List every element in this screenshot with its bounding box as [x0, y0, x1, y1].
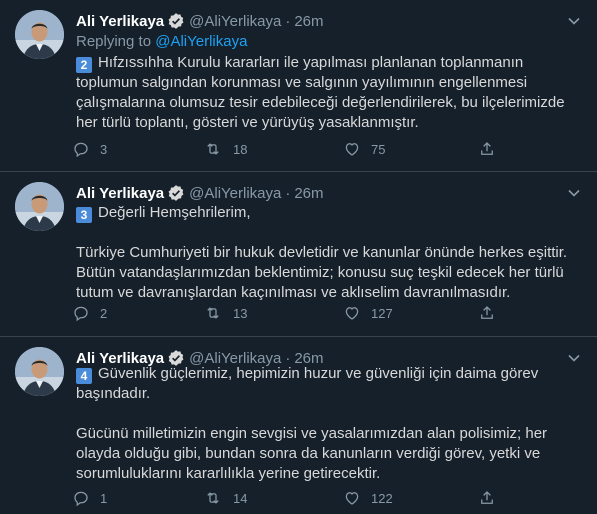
like-count: 127: [371, 305, 393, 321]
reply-count: 1: [100, 490, 108, 506]
user-handle[interactable]: @AliYerlikaya: [189, 185, 281, 202]
reply-button[interactable]: 3: [72, 139, 107, 159]
retweet-button[interactable]: 18: [203, 139, 247, 159]
like-count: 75: [371, 141, 386, 157]
tweet[interactable]: Ali Yerlikaya @AliYerlikaya · 26m Replyi…: [0, 0, 597, 172]
share-button[interactable]: [478, 139, 496, 159]
retweet-icon: [207, 492, 219, 504]
verified-badge-icon: [167, 184, 185, 202]
number-badge: 2: [76, 57, 92, 73]
heart-icon: [345, 492, 359, 505]
heart-icon: [345, 307, 359, 320]
retweet-button[interactable]: 13: [203, 303, 247, 323]
like-count: 122: [371, 490, 393, 506]
tweet-actions: 1 14 122: [72, 488, 502, 508]
replying-to: Replying to @AliYerlikaya: [76, 33, 247, 50]
number-badge: 4: [76, 368, 92, 384]
like-button[interactable]: 122: [343, 488, 393, 508]
reply-button[interactable]: 2: [72, 303, 107, 323]
retweet-button[interactable]: 14: [203, 488, 247, 508]
avatar[interactable]: [15, 182, 64, 231]
paragraph-text: Hıfzıssıhha Kurulu kararları ile yapılma…: [76, 54, 565, 131]
share-button[interactable]: [478, 303, 496, 323]
share-icon: [481, 142, 493, 155]
tweet-text: 3 Değerli Hemşehrilerim, Türkiye Cumhuriy…: [76, 203, 576, 303]
verified-badge-icon: [167, 12, 185, 30]
reply-button[interactable]: 1: [72, 488, 107, 508]
heart-icon: [345, 143, 359, 156]
tweet-paragraph: 4 Güvenlik güçlerimiz, hepimizin huzur ve…: [76, 364, 576, 404]
tweet-text: 4 Güvenlik güçlerimiz, hepimizin huzur ve…: [76, 364, 576, 484]
retweet-icon: [207, 307, 219, 319]
share-icon: [481, 306, 493, 319]
reply-icon: [74, 491, 88, 507]
tweet[interactable]: Ali Yerlikaya @AliYerlikaya · 26m 3 Değer…: [0, 172, 597, 337]
tweet-paragraph: Türkiye Cumhuriyeti bir hukuk devletidir…: [76, 244, 568, 301]
number-badge: 3: [76, 207, 92, 223]
mention-link[interactable]: @AliYerlikaya: [155, 33, 247, 50]
like-button[interactable]: 75: [343, 139, 385, 159]
tweet[interactable]: Ali Yerlikaya @AliYerlikaya · 26m 4 Güven…: [0, 337, 597, 514]
tweet-actions: 3 18 75: [72, 139, 502, 159]
tweet-paragraph: Gücünü milletimizin engin sevgisi ve yas…: [76, 425, 548, 482]
retweet-icon: [207, 143, 219, 155]
replying-to-label: Replying to: [76, 33, 156, 50]
paragraph-text: Değerli Hemşehrilerim,: [98, 204, 251, 221]
tweet-text: 2 Hıfzıssıhha Kurulu kararları ile yapılm…: [76, 53, 576, 133]
retweet-count: 18: [233, 141, 248, 157]
reply-count: 3: [100, 141, 108, 157]
share-icon: [481, 491, 493, 504]
display-name[interactable]: Ali Yerlikaya: [76, 185, 164, 202]
retweet-count: 14: [233, 490, 248, 506]
paragraph-text: Güvenlik güçlerimiz, hepimizin huzur ve …: [76, 365, 539, 402]
tweet-header: Ali Yerlikaya @AliYerlikaya · 26m: [76, 11, 324, 31]
user-handle[interactable]: @AliYerlikaya: [189, 13, 281, 30]
tweet-header: Ali Yerlikaya @AliYerlikaya · 26m: [76, 183, 324, 203]
display-name[interactable]: Ali Yerlikaya: [76, 13, 164, 30]
tweet-paragraph: 2 Hıfzıssıhha Kurulu kararları ile yapılm…: [76, 53, 576, 133]
avatar[interactable]: [15, 347, 64, 396]
separator-dot: ·: [285, 12, 291, 30]
timestamp[interactable]: 26m: [294, 185, 323, 202]
avatar[interactable]: [15, 10, 64, 59]
retweet-count: 13: [233, 305, 248, 321]
reply-count: 2: [100, 305, 108, 321]
reply-icon: [74, 142, 88, 158]
share-button[interactable]: [478, 488, 496, 508]
chevron-down-icon[interactable]: [565, 12, 583, 30]
tweet-paragraph: 3 Değerli Hemşehrilerim,: [76, 203, 576, 223]
like-button[interactable]: 127: [343, 303, 393, 323]
separator-dot: ·: [285, 184, 291, 202]
tweet-actions: 2 13 127: [72, 303, 502, 323]
reply-icon: [74, 306, 88, 322]
timestamp[interactable]: 26m: [294, 13, 323, 30]
chevron-down-icon[interactable]: [565, 184, 583, 202]
